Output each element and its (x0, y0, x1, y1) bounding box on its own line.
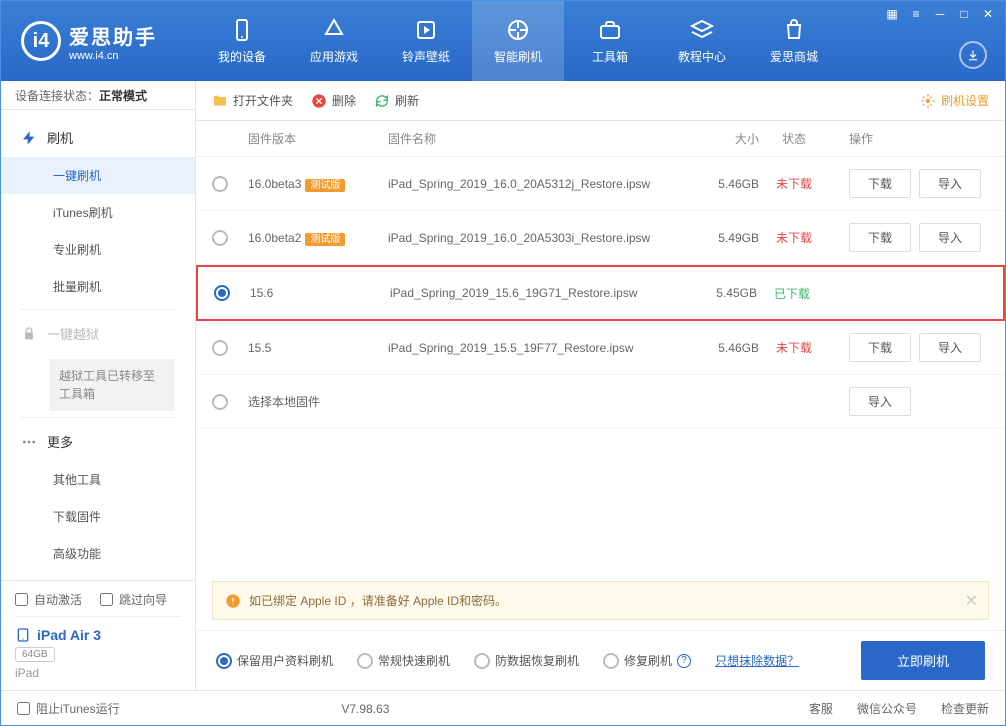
row-radio[interactable] (214, 285, 230, 301)
download-button[interactable]: 下载 (849, 223, 911, 252)
win-grid-icon[interactable]: ▦ (881, 5, 903, 23)
opt-normal-flash[interactable]: 常规快速刷机 (357, 652, 450, 669)
divider (21, 417, 175, 418)
logo: i4 爱思助手 www.i4.cn (1, 21, 196, 62)
app-title: 爱思助手 (69, 21, 157, 50)
table-header: 固件版本 固件名称 大小 状态 操作 (196, 121, 1005, 157)
nav-toolbox[interactable]: 工具箱 (564, 1, 656, 81)
refresh-button[interactable]: 刷新 (374, 92, 419, 109)
apple-id-notice: 如已绑定 Apple ID ，请准备好 Apple ID和密码。 ✕ (212, 581, 989, 620)
wechat-link[interactable]: 微信公众号 (857, 700, 917, 717)
sidebar-item-advanced[interactable]: 高级功能 (1, 535, 195, 572)
auto-activate-checkbox[interactable] (15, 593, 28, 606)
device-type: iPad (15, 666, 181, 680)
nav-my-device[interactable]: 我的设备 (196, 1, 288, 81)
import-button[interactable]: 导入 (849, 387, 911, 416)
firmware-row[interactable]: 15.5 iPad_Spring_2019_15.5_19F77_Restore… (196, 321, 1005, 375)
app-subtitle: www.i4.cn (69, 50, 157, 62)
download-manager-button[interactable] (959, 41, 987, 69)
sidebar-item-batch-flash[interactable]: 批量刷机 (1, 268, 195, 305)
open-folder-button[interactable]: 打开文件夹 (212, 92, 293, 109)
main-content: 打开文件夹 删除 刷新 刷机设置 固件版本 固件名称 大小 状态 操作 16.0… (196, 81, 1005, 690)
flash-settings-button[interactable]: 刷机设置 (920, 92, 989, 109)
sidebar-more-head[interactable]: 更多 (1, 422, 195, 461)
customer-service-link[interactable]: 客服 (809, 700, 833, 717)
connection-status: 设备连接状态：正常模式 (1, 81, 195, 110)
logo-icon: i4 (21, 21, 61, 61)
delete-button[interactable]: 删除 (311, 92, 356, 109)
sidebar-flash-head[interactable]: 刷机 (1, 118, 195, 157)
device-name[interactable]: iPad Air 3 (15, 627, 181, 643)
opt-repair-flash[interactable]: 修复刷机? (603, 652, 691, 669)
divider (21, 309, 175, 310)
maximize-button[interactable]: □ (953, 5, 975, 23)
sidebar: 设备连接状态：正常模式 刷机 一键刷机 iTunes刷机 专业刷机 批量刷机 一… (1, 81, 196, 690)
nav-store[interactable]: 爱思商城 (748, 1, 840, 81)
action-bar: 保留用户资料刷机 常规快速刷机 防数据恢复刷机 修复刷机? 只想抹除数据？ 立即… (196, 630, 1005, 690)
row-radio[interactable] (212, 230, 228, 246)
sidebar-item-oneclick-flash[interactable]: 一键刷机 (1, 157, 195, 194)
firmware-row[interactable]: 16.0beta2测试版 iPad_Spring_2019_16.0_20A53… (196, 211, 1005, 265)
sidebar-item-other-tools[interactable]: 其他工具 (1, 461, 195, 498)
help-icon[interactable]: ? (677, 654, 691, 668)
minimize-button[interactable]: ─ (929, 5, 951, 23)
import-button[interactable]: 导入 (919, 223, 981, 252)
beta-tag: 测试版 (305, 233, 345, 246)
start-flash-button[interactable]: 立即刷机 (861, 641, 985, 680)
storage-badge: 64GB (15, 647, 55, 662)
win-menu-icon[interactable]: ≡ (905, 5, 927, 23)
sidebar-jailbreak-head: 一键越狱 (1, 314, 195, 353)
download-button[interactable]: 下载 (849, 169, 911, 198)
window-controls: ▦ ≡ ─ □ ✕ (881, 5, 999, 23)
beta-tag: 测试版 (305, 179, 345, 192)
warning-icon (225, 593, 241, 609)
close-button[interactable]: ✕ (977, 5, 999, 23)
download-button[interactable]: 下载 (849, 333, 911, 362)
version-label: V7.98.63 (341, 702, 389, 716)
row-radio[interactable] (212, 176, 228, 192)
import-button[interactable]: 导入 (919, 169, 981, 198)
footer: 阻止iTunes运行 V7.98.63 客服 微信公众号 检查更新 (1, 690, 1005, 726)
import-button[interactable]: 导入 (919, 333, 981, 362)
firmware-row[interactable]: 16.0beta3测试版 iPad_Spring_2019_16.0_20A53… (196, 157, 1005, 211)
row-radio[interactable] (212, 394, 228, 410)
erase-data-link[interactable]: 只想抹除数据？ (715, 652, 799, 669)
device-info: iPad Air 3 64GB iPad (15, 616, 181, 680)
opt-keep-data[interactable]: 保留用户资料刷机 (216, 652, 333, 669)
firmware-row-selected[interactable]: 15.6 iPad_Spring_2019_15.6_19G71_Restore… (196, 265, 1005, 321)
sidebar-item-pro-flash[interactable]: 专业刷机 (1, 231, 195, 268)
sidebar-item-itunes-flash[interactable]: iTunes刷机 (1, 194, 195, 231)
nav-tutorials[interactable]: 教程中心 (656, 1, 748, 81)
app-header: i4 爱思助手 www.i4.cn 我的设备 应用游戏 铃声壁纸 智能刷机 工具… (1, 1, 1005, 81)
nav-apps[interactable]: 应用游戏 (288, 1, 380, 81)
jailbreak-note: 越狱工具已转移至工具箱 (49, 359, 175, 411)
check-update-link[interactable]: 检查更新 (941, 700, 989, 717)
block-itunes-checkbox[interactable] (17, 702, 30, 715)
opt-anti-recovery[interactable]: 防数据恢复刷机 (474, 652, 579, 669)
toolbar: 打开文件夹 删除 刷新 刷机设置 (196, 81, 1005, 121)
row-radio[interactable] (212, 340, 228, 356)
skip-guide-checkbox[interactable] (100, 593, 113, 606)
sidebar-bottom: 自动激活 跳过向导 iPad Air 3 64GB iPad (1, 580, 195, 690)
nav-flash[interactable]: 智能刷机 (472, 1, 564, 81)
local-firmware-row[interactable]: 选择本地固件 导入 (196, 375, 1005, 429)
notice-close-button[interactable]: ✕ (965, 591, 978, 611)
nav-ringtones[interactable]: 铃声壁纸 (380, 1, 472, 81)
sidebar-item-download-fw[interactable]: 下载固件 (1, 498, 195, 535)
